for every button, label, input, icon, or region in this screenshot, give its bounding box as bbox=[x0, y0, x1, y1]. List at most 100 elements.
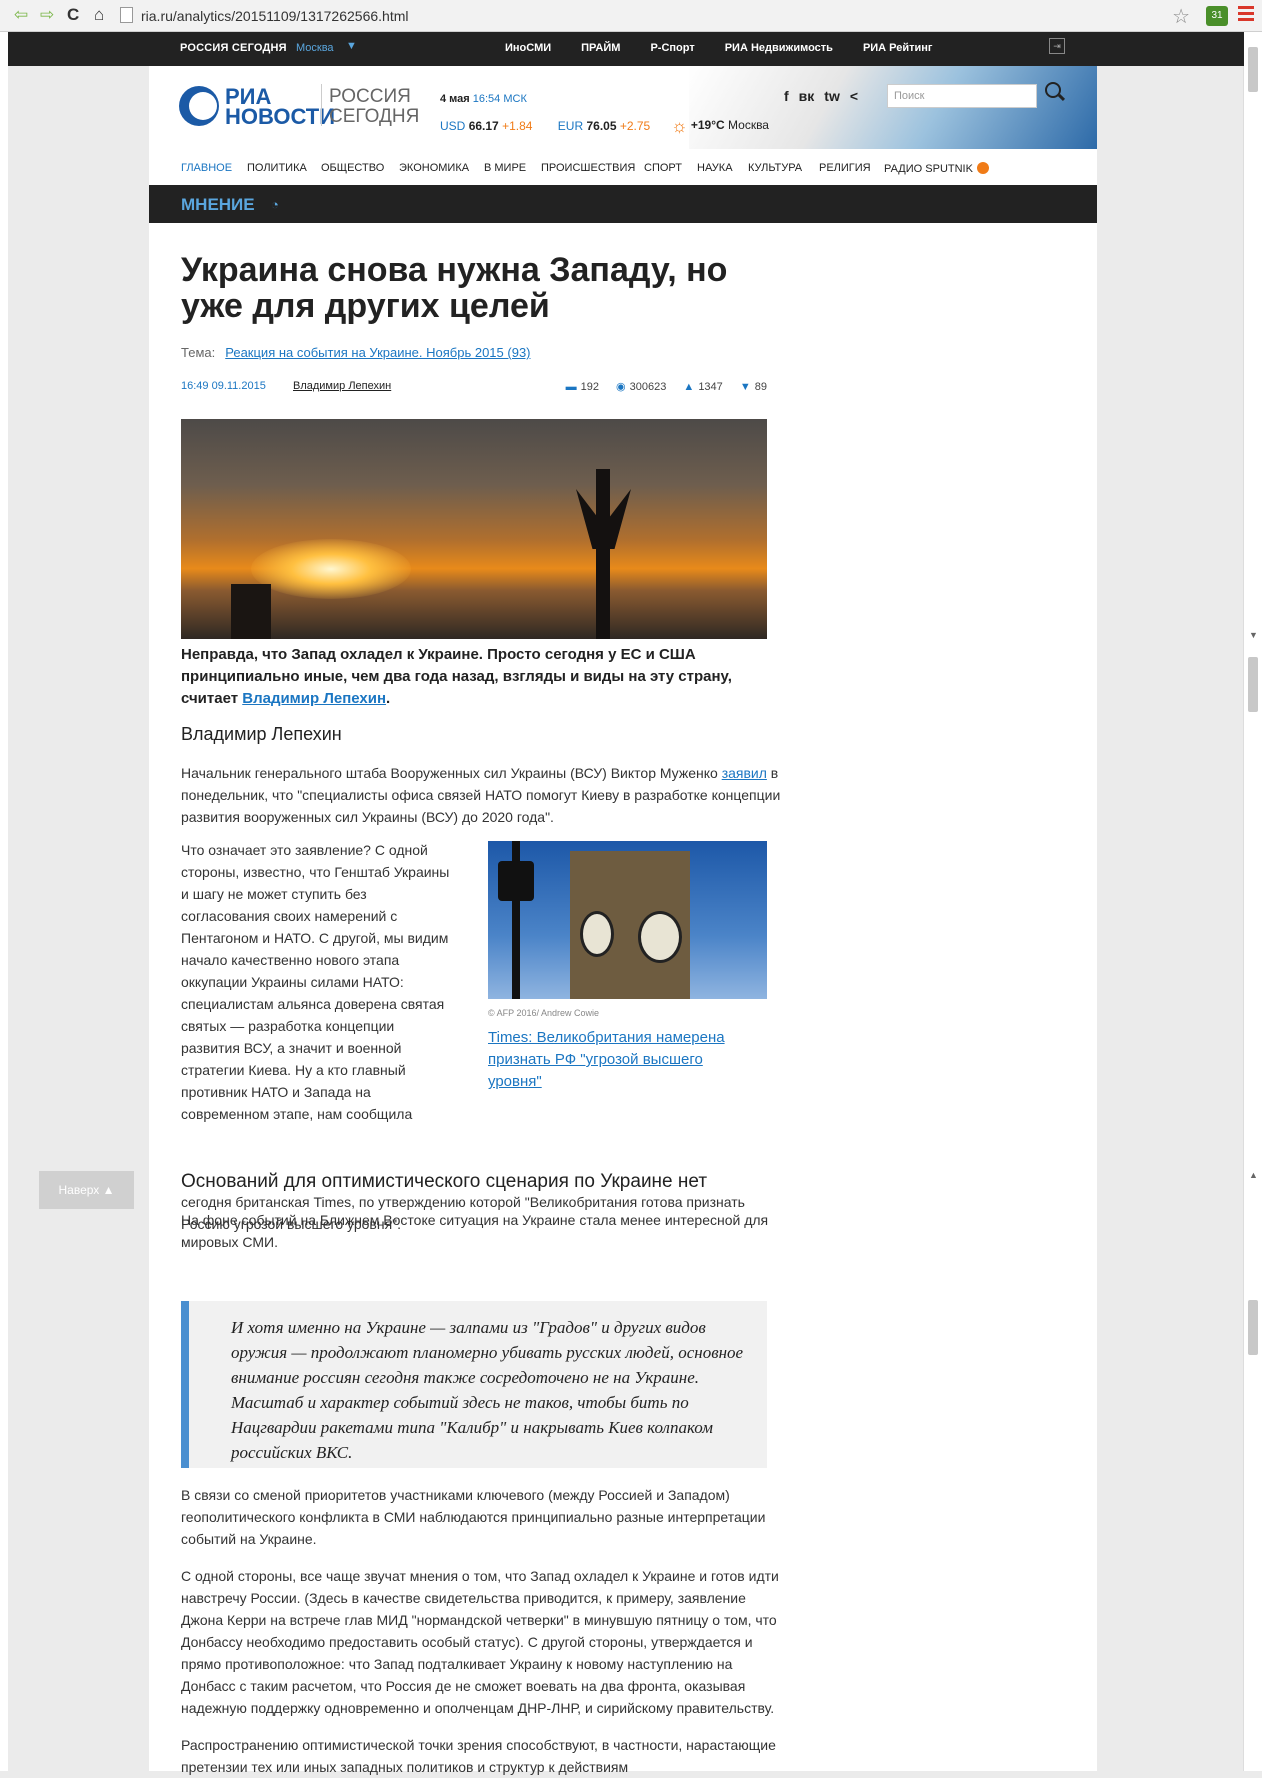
login-icon[interactable]: ⇥ bbox=[1049, 38, 1065, 54]
comments-stat[interactable]: ▬ 192 bbox=[566, 381, 599, 393]
nav-item-sport[interactable]: СПОРТ bbox=[644, 162, 682, 174]
comment-icon: ▬ bbox=[565, 381, 577, 393]
nav-item-economy[interactable]: ЭКОНОМИКА bbox=[399, 162, 469, 174]
play-icon bbox=[976, 162, 989, 174]
current-date: 4 мая 16:54 МСК bbox=[440, 93, 527, 105]
rs-logo-text-2: СЕГОДНЯ bbox=[329, 106, 420, 127]
facebook-icon[interactable]: f bbox=[784, 88, 789, 104]
p1-start: Начальник генерального штаба Вооруженных… bbox=[181, 765, 722, 781]
time-text: 16:54 МСК bbox=[472, 93, 527, 105]
scrollbar[interactable]: ▼ ▲ bbox=[1243, 32, 1262, 1771]
reload-icon[interactable]: C bbox=[67, 5, 79, 25]
vk-icon[interactable]: вк bbox=[799, 88, 815, 104]
lamp-head bbox=[498, 861, 534, 901]
paragraph-1: Начальник генерального штаба Вооруженных… bbox=[181, 762, 781, 828]
nav-item-culture[interactable]: КУЛЬТУРА bbox=[748, 162, 802, 174]
publish-hour: 16:49 bbox=[181, 380, 209, 392]
lead-author-link[interactable]: Владимир Лепехин bbox=[242, 690, 386, 707]
address-bar[interactable]: ria.ru/analytics/20151109/1317262566.htm… bbox=[120, 5, 1160, 27]
nav-item-main[interactable]: ГЛАВНОЕ bbox=[181, 162, 232, 174]
search-input[interactable]: Поиск bbox=[887, 84, 1037, 108]
logo-divider bbox=[321, 84, 322, 126]
section-title[interactable]: МНЕНИЕ bbox=[181, 195, 255, 215]
nav-item-world[interactable]: В МИРЕ bbox=[484, 162, 526, 174]
browser-menu-icon[interactable] bbox=[1238, 6, 1254, 24]
page-icon bbox=[120, 7, 133, 23]
nav-item-society[interactable]: ОБЩЕСТВО bbox=[321, 162, 384, 174]
related-article-link[interactable]: Times: Великобритания намерена признать … bbox=[488, 1027, 758, 1093]
currency-rates: USD 66.17 +1.84 EUR 76.05 +2.75 bbox=[440, 119, 672, 133]
nav-item-incidents[interactable]: ПРОИСШЕСТВИЯ bbox=[541, 162, 635, 174]
back-to-top-button[interactable]: Наверх ▲ bbox=[39, 1171, 134, 1209]
theme-link[interactable]: Реакция на события на Украине. Ноябрь 20… bbox=[225, 345, 530, 360]
paragraph-6: Распространению оптимистической точки зр… bbox=[181, 1737, 776, 1775]
article-stats: ▬ 192 ◉ 300623 ▲ 1347 ▼ 89 bbox=[552, 380, 767, 393]
rss-icon[interactable]: ◔ bbox=[271, 197, 279, 212]
url-text: ria.ru/analytics/20151109/1317262566.htm… bbox=[141, 8, 409, 24]
rs-logo-text-1: РОССИЯ bbox=[329, 86, 411, 107]
usd-label: USD bbox=[440, 119, 466, 133]
comments-count: 192 bbox=[580, 381, 599, 393]
quote-text: И хотя именно на Украине — залпами из "Г… bbox=[231, 1318, 744, 1462]
views-count: 300623 bbox=[629, 381, 667, 393]
ria-logo-icon bbox=[179, 86, 219, 126]
dislikes-stat[interactable]: ▼ 89 bbox=[740, 381, 767, 393]
lead-end: . bbox=[386, 690, 391, 707]
network-link-realty[interactable]: РИА Недвижимость bbox=[725, 42, 833, 54]
statement-link[interactable]: заявил bbox=[722, 765, 767, 781]
home-icon[interactable]: ⌂ bbox=[94, 5, 104, 25]
nav-item-religion[interactable]: РЕЛИГИЯ bbox=[819, 162, 871, 174]
twitter-icon[interactable]: tw bbox=[824, 88, 840, 104]
search-icon[interactable] bbox=[1045, 82, 1061, 98]
author-link[interactable]: Владимир Лепехин bbox=[293, 380, 391, 392]
paragraph-4: В связи со сменой приоритетов участникам… bbox=[181, 1487, 766, 1547]
article-meta: 16:49 09.11.2015 Владимир Лепехин ▬ 192 ◉… bbox=[181, 380, 767, 393]
hero-image[interactable] bbox=[181, 419, 767, 639]
scroll-down-arrow-icon[interactable]: ▼ bbox=[1249, 630, 1258, 640]
usd-delta: +1.84 bbox=[502, 119, 533, 133]
date-text: 4 мая bbox=[440, 93, 470, 105]
network-link-prime[interactable]: ПРАЙМ bbox=[581, 42, 620, 54]
back-icon[interactable]: ⇦ bbox=[14, 5, 28, 25]
likes-stat[interactable]: ▲ 1347 bbox=[683, 381, 722, 393]
left-gutter bbox=[0, 32, 8, 1771]
thumbs-down-icon: ▼ bbox=[739, 381, 751, 393]
scrollbar-thumb-3[interactable] bbox=[1248, 1300, 1258, 1355]
network-link-inosmi[interactable]: ИноСМИ bbox=[505, 42, 551, 54]
network-link-rating[interactable]: РИА Рейтинг bbox=[863, 42, 933, 54]
nav-item-radio-sputnik[interactable]: РАДИО SPUTNIK bbox=[884, 162, 989, 175]
forward-icon[interactable]: ⇨ bbox=[40, 5, 54, 25]
related-article-image[interactable] bbox=[488, 841, 767, 999]
bookmark-star-icon[interactable]: ☆ bbox=[1172, 4, 1190, 29]
network-bar: РОССИЯ СЕГОДНЯ Москва ▼ ИноСМИ ПРАЙМ Р-Спо… bbox=[8, 32, 1244, 66]
image-credit: © AFP 2016/ Andrew Cowie bbox=[488, 1008, 600, 1018]
scroll-up-arrow-icon[interactable]: ▲ bbox=[1249, 1170, 1258, 1180]
dislikes-count: 89 bbox=[754, 381, 767, 393]
main-container: РИА НОВОСТИ РОССИЯ СЕГОДНЯ 4 мая 16:54 М… bbox=[149, 66, 1097, 1775]
eur-label: EUR bbox=[557, 119, 584, 133]
rossiya-segodnya-logo[interactable]: РОССИЯ СЕГОДНЯ bbox=[180, 42, 287, 54]
chevron-down-icon[interactable]: ▼ bbox=[346, 40, 357, 52]
sunset-glow bbox=[251, 539, 411, 599]
network-link-rsport[interactable]: Р-Спорт bbox=[650, 42, 694, 54]
weather-widget: ☼ +19°C Москва bbox=[671, 116, 769, 137]
network-links: ИноСМИ ПРАЙМ Р-Спорт РИА Недвижимость РИА Ре… bbox=[505, 42, 963, 54]
nav-item-science[interactable]: НАУКА bbox=[697, 162, 733, 174]
article-title: Украина снова нужна Западу, но уже для д… bbox=[181, 251, 728, 325]
share-icon[interactable]: < bbox=[850, 88, 858, 104]
logo-text-2: НОВОСТИ bbox=[225, 104, 336, 129]
statue-column bbox=[596, 469, 610, 639]
scrollbar-thumb-2[interactable] bbox=[1248, 657, 1258, 712]
sun-icon: ☼ bbox=[671, 116, 688, 136]
social-links: f вк tw < bbox=[784, 88, 868, 104]
subheading: Оснований для оптимистического сценария … bbox=[181, 1171, 708, 1192]
publish-date: 09.11.2015 bbox=[211, 380, 266, 392]
nav-item-politics[interactable]: ПОЛИТИКА bbox=[247, 162, 307, 174]
article-theme: Тема: Реакция на события на Украине. Нояб… bbox=[181, 345, 531, 360]
clock-face-left bbox=[580, 911, 614, 957]
extension-icon[interactable]: 31 bbox=[1206, 6, 1228, 26]
article-lead: Неправда, что Запад охладел к Украине. П… bbox=[181, 644, 767, 710]
scrollbar-thumb[interactable] bbox=[1248, 47, 1258, 92]
paragraph-5: С одной стороны, все чаще звучат мнения … bbox=[181, 1568, 779, 1716]
city-selector[interactable]: Москва bbox=[296, 42, 334, 54]
